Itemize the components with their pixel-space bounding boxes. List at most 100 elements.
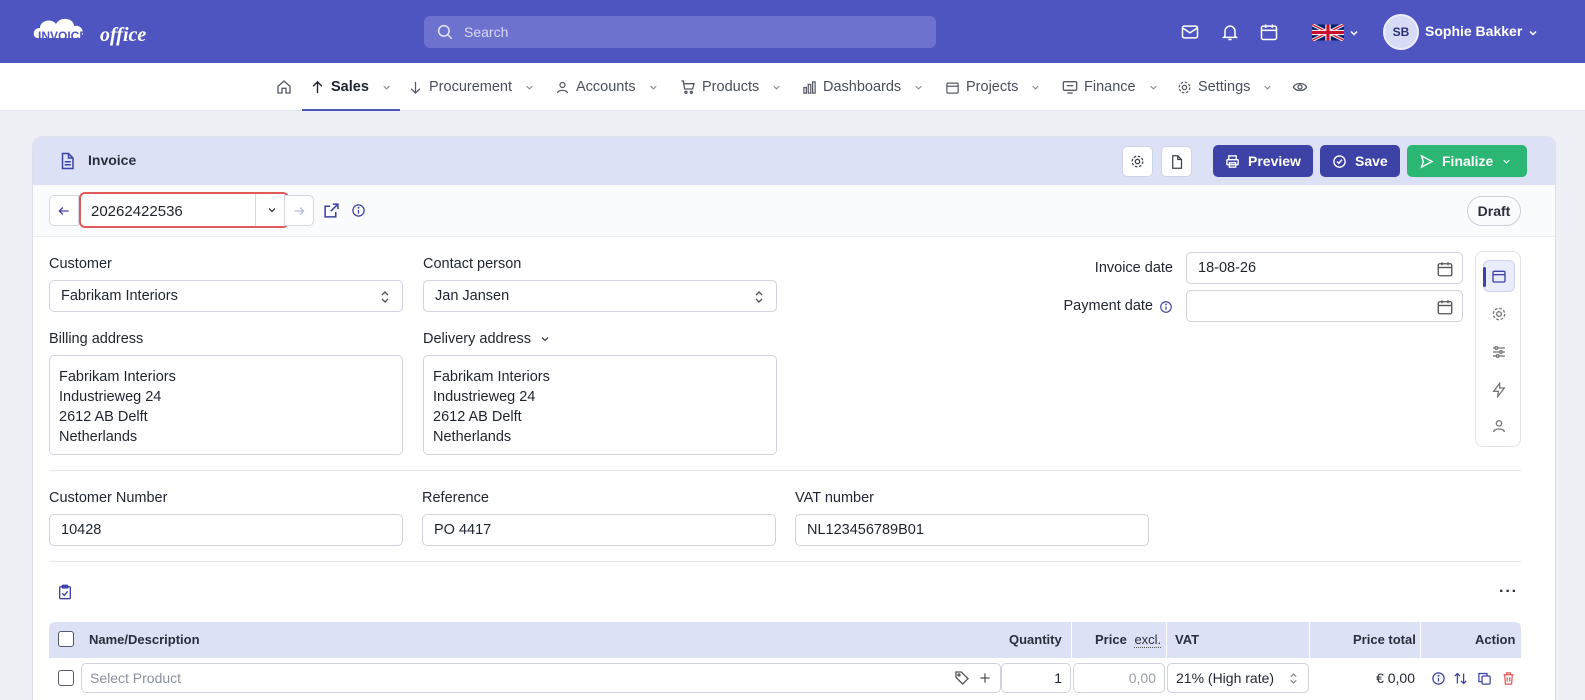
reorder-icon[interactable] — [1453, 671, 1468, 686]
mail-icon[interactable] — [1178, 20, 1202, 44]
invoice-number-row: 20262422536 Draft — [33, 185, 1555, 237]
select-all-checkbox[interactable] — [58, 631, 74, 647]
nav-accounts[interactable]: Accounts — [555, 63, 659, 111]
arrow-right-icon — [294, 206, 305, 215]
column-header-price-total[interactable]: Price total — [1353, 632, 1416, 647]
vat-number-label: VAT number — [795, 490, 874, 506]
user-name[interactable]: Sophie Bakker — [1425, 23, 1522, 39]
contact-person-label: Contact person — [423, 256, 522, 272]
settings-button[interactable] — [1122, 146, 1153, 177]
document-icon — [61, 152, 74, 170]
product-select[interactable]: Select Product — [81, 663, 1001, 693]
next-invoice-button[interactable] — [284, 195, 314, 226]
vat-number-input[interactable]: NL123456789B01 — [795, 514, 1149, 546]
column-header-price[interactable]: Price excl. — [1095, 632, 1162, 648]
row-checkbox[interactable] — [58, 670, 74, 686]
clipboard-check-icon[interactable] — [57, 583, 73, 601]
search-bar[interactable]: Search — [424, 16, 936, 48]
preview-button[interactable]: Preview — [1213, 145, 1313, 177]
plus-icon[interactable] — [978, 671, 992, 685]
delivery-address-toggle[interactable]: Delivery address — [423, 331, 551, 347]
nav-projects[interactable]: Projects — [945, 63, 1041, 111]
invoice-date-input[interactable]: 18-08-26 — [1186, 252, 1463, 284]
trash-icon[interactable] — [1501, 671, 1516, 686]
billing-address-textarea[interactable]: Fabrikam Interiors Industrieweg 24 2612 … — [49, 355, 403, 455]
payment-date-label: Payment date — [1063, 298, 1153, 314]
column-separator — [1309, 622, 1310, 658]
nav-settings[interactable]: Settings — [1177, 63, 1273, 111]
nav-products[interactable]: Products — [680, 63, 782, 111]
arrow-left-icon — [58, 206, 69, 215]
table-row: Select Product 1 0,00 21% (High rate) € … — [49, 658, 1521, 698]
finalize-button[interactable]: Finalize — [1407, 145, 1527, 177]
customer-number-input[interactable]: 10428 — [49, 514, 403, 546]
bell-icon[interactable] — [1218, 20, 1242, 44]
status-badge: Draft — [1467, 196, 1521, 226]
calendar-icon[interactable] — [1257, 20, 1281, 44]
svg-text:office: office — [100, 24, 146, 46]
nav-procurement[interactable]: Procurement — [408, 63, 535, 111]
invoice-card: Invoice Preview Save Finalize 2026242253… — [32, 136, 1556, 700]
column-header-name[interactable]: Name/Description — [89, 632, 200, 647]
delivery-address-textarea[interactable]: Fabrikam Interiors Industrieweg 24 2612 … — [423, 355, 777, 455]
contact-person-select[interactable]: Jan Jansen — [423, 280, 777, 312]
arrow-down-icon — [410, 81, 421, 94]
chevron-down-icon — [1149, 85, 1157, 90]
info-icon[interactable] — [1431, 671, 1446, 686]
tag-icon[interactable] — [954, 670, 970, 686]
invoiceoffice-logo[interactable]: INVOICE office — [30, 12, 180, 52]
pdf-button[interactable] — [1161, 146, 1192, 177]
chevron-down-icon — [1503, 159, 1511, 164]
avatar[interactable]: SB — [1383, 14, 1419, 50]
monitor-icon — [1062, 81, 1078, 94]
column-header-quantity[interactable]: Quantity — [1009, 632, 1062, 647]
info-icon[interactable] — [351, 203, 366, 218]
info-icon[interactable] — [1159, 300, 1173, 314]
home-icon[interactable] — [276, 63, 292, 111]
customer-select[interactable]: Fabrikam Interiors — [49, 280, 403, 312]
nav-sales[interactable]: Sales — [302, 63, 400, 111]
vat-select[interactable]: 21% (High rate) — [1167, 663, 1309, 693]
search-icon — [437, 24, 453, 40]
price-input[interactable]: 0,00 — [1073, 663, 1165, 693]
nav-dashboards[interactable]: Dashboards — [802, 63, 924, 111]
invoice-number-select[interactable]: 20262422536 — [79, 192, 289, 228]
chevron-down-icon — [1032, 85, 1040, 90]
previous-invoice-button[interactable] — [49, 195, 79, 226]
chevron-down-icon — [1264, 85, 1272, 90]
payment-date-input[interactable] — [1186, 290, 1463, 322]
chevron-down-icon — [915, 85, 922, 90]
calendar-icon[interactable] — [1483, 260, 1515, 292]
column-separator — [1166, 622, 1167, 658]
chevron-down-icon[interactable] — [1527, 27, 1539, 39]
uk-flag-icon[interactable] — [1312, 24, 1344, 41]
user-icon[interactable] — [1483, 410, 1515, 442]
nav-finance[interactable]: Finance — [1062, 63, 1159, 111]
chevron-down-icon[interactable] — [1348, 27, 1360, 39]
chevron-down-icon[interactable] — [255, 194, 287, 226]
price-excl-toggle[interactable]: excl. — [1134, 632, 1162, 648]
chevron-down-icon — [383, 85, 390, 90]
external-link-icon[interactable] — [323, 202, 340, 219]
cart-icon — [681, 80, 695, 94]
main-nav: Sales Procurement Accounts Products Dash… — [0, 63, 1585, 111]
send-icon — [1420, 153, 1434, 169]
select-arrows-icon — [381, 291, 389, 303]
chevron-down-icon — [541, 337, 549, 342]
calendar-icon[interactable] — [1436, 298, 1454, 316]
quantity-input[interactable]: 1 — [1001, 663, 1071, 693]
calendar-icon[interactable] — [1436, 260, 1454, 278]
billing-address-label: Billing address — [49, 331, 144, 347]
reference-input[interactable]: PO 4417 — [422, 514, 776, 546]
gear-icon[interactable] — [1483, 298, 1515, 330]
chevron-down-icon — [526, 85, 533, 90]
lightning-icon[interactable] — [1483, 374, 1515, 406]
invoice-number: 20262422536 — [91, 203, 183, 220]
svg-text:INVOICE: INVOICE — [38, 29, 87, 43]
save-button[interactable]: Save — [1320, 145, 1400, 177]
sliders-icon[interactable] — [1483, 336, 1515, 368]
column-header-vat[interactable]: VAT — [1175, 632, 1199, 647]
eye-icon[interactable] — [1292, 63, 1308, 111]
more-options-icon[interactable]: ··· — [1499, 583, 1518, 601]
copy-icon[interactable] — [1477, 671, 1492, 686]
